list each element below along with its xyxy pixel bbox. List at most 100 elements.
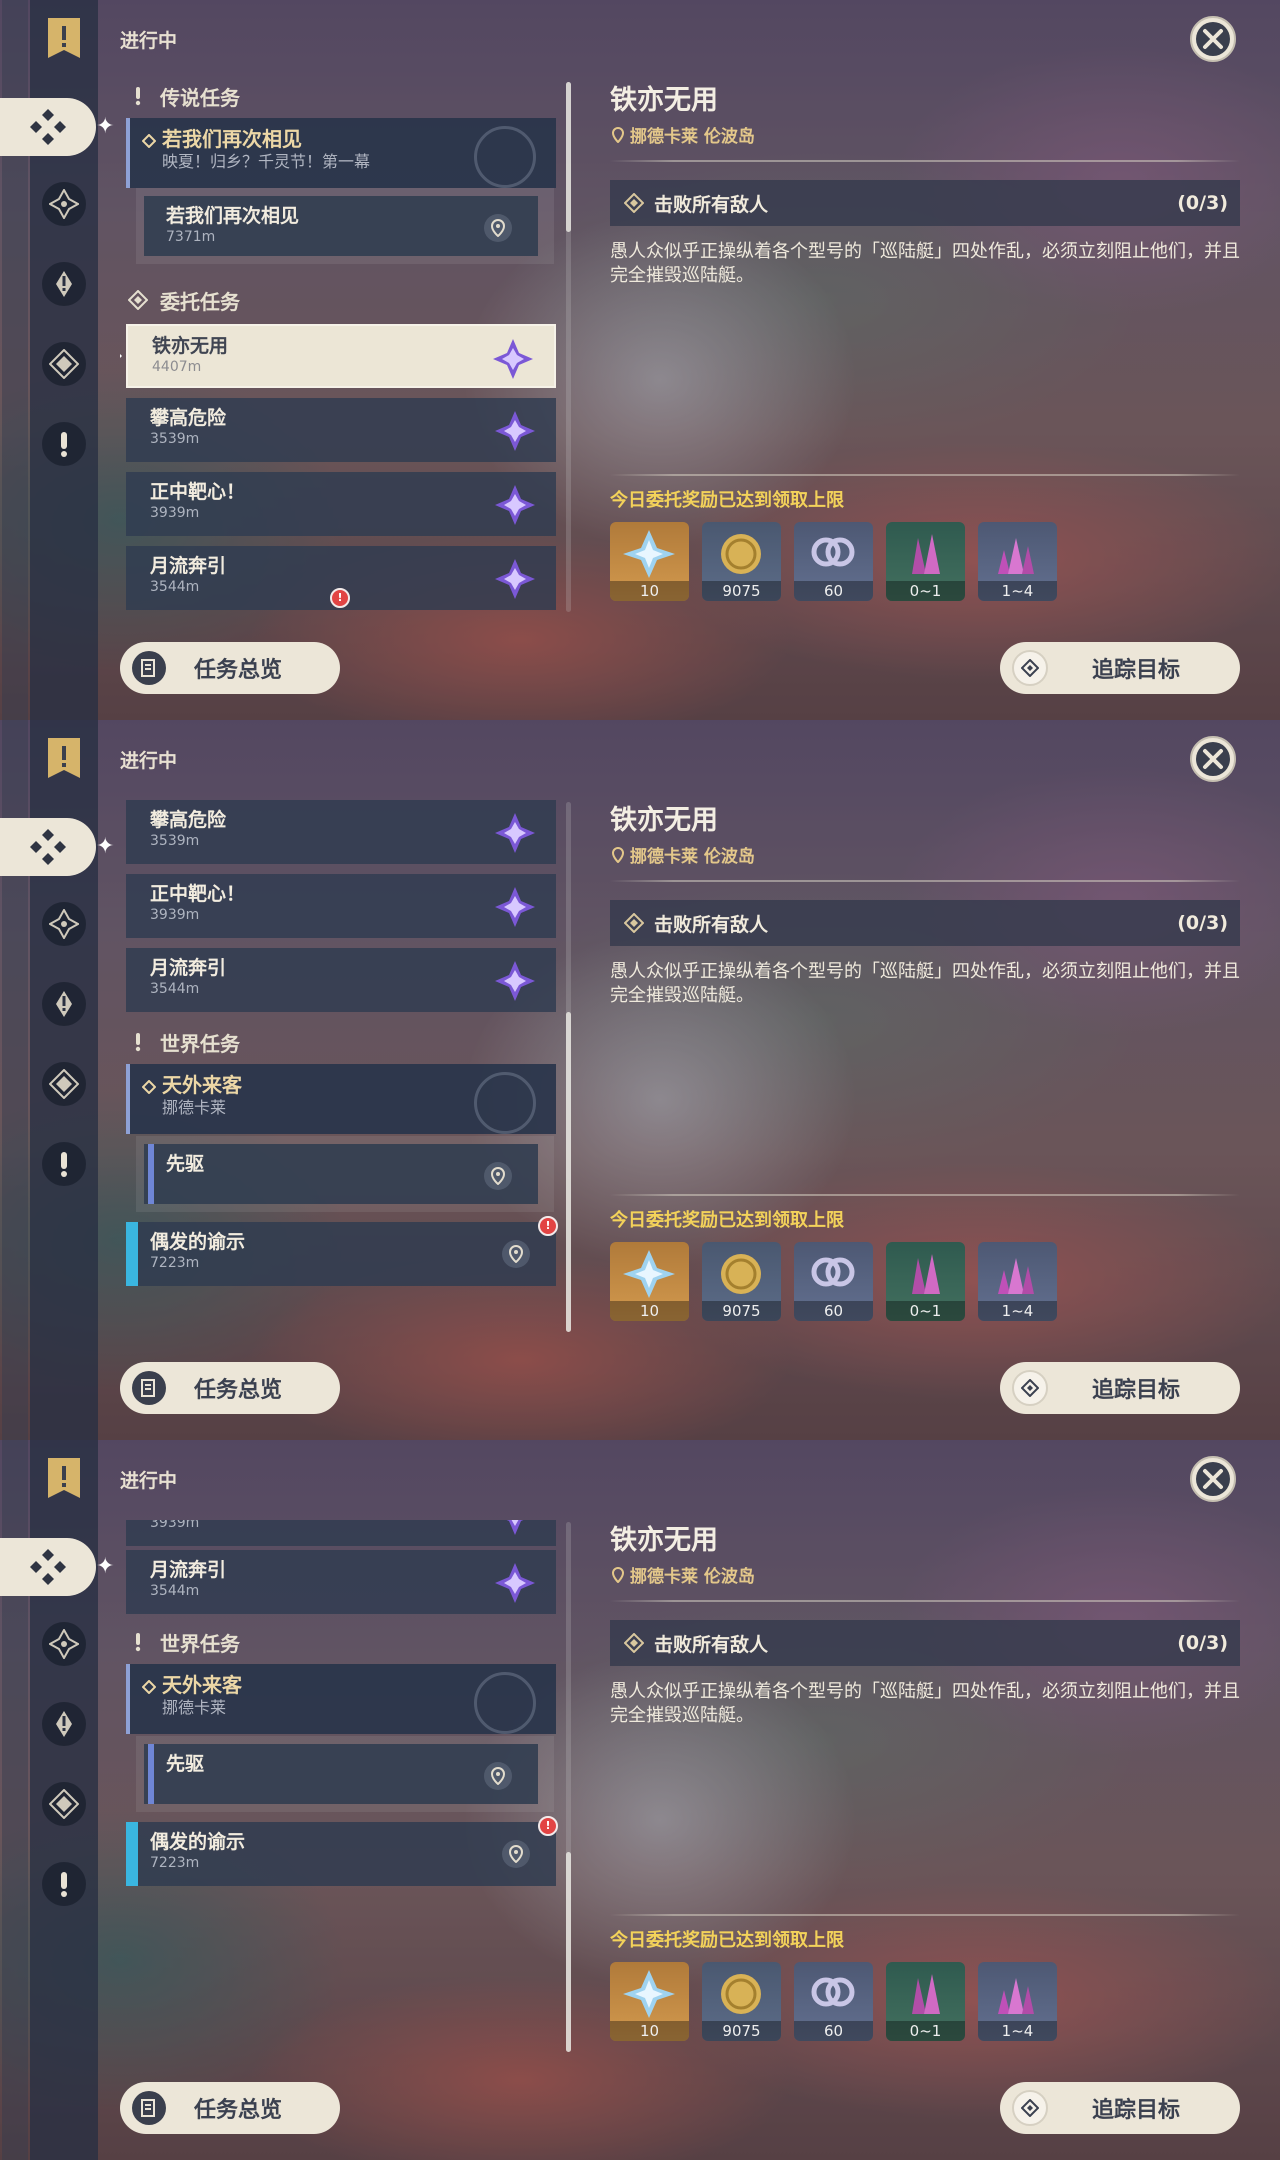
- commission-star-icon: [493, 339, 533, 379]
- reward-crystal-cluster[interactable]: 1~4: [978, 1242, 1057, 1321]
- quest-list[interactable]: 传说任务 若我们再次相见 映夏！归乡？千灵节！第一幕 若我们再次相见 7371m…: [120, 80, 562, 615]
- world-quest-tab[interactable]: [42, 1142, 86, 1186]
- reward-crystal-chunk[interactable]: 0~1: [886, 522, 965, 601]
- sparkle-icon: ✦: [96, 834, 115, 859]
- quest-overview-icon: [141, 2099, 155, 2117]
- section-legend-quests: 传说任务: [126, 80, 240, 112]
- track-target-button[interactable]: 追踪目标: [1000, 1362, 1240, 1414]
- quest-detail-panel: 铁亦无用 挪德卡莱 伦波岛 击败所有敌人 (0/3) 愚人众似乎正操纵着各个型号…: [610, 1440, 1240, 2160]
- reward-list: 10 9075 60 0~1 1~4: [610, 522, 1057, 601]
- world-step-card[interactable]: 先驱: [144, 1144, 538, 1204]
- crystal-cluster-icon: [998, 1978, 1034, 2014]
- world-quest-icon: [61, 1872, 67, 1897]
- step-title: 若我们再次相见: [166, 205, 300, 227]
- quest-list[interactable]: 正中靶心！ 3939m 月流奔引 3544m 世界任务 天外来客 挪德卡莱 先驱: [120, 1520, 562, 2055]
- reward-adventure-exp[interactable]: 60: [794, 522, 873, 601]
- world-quest-tab[interactable]: [42, 1862, 86, 1906]
- reward-primogem[interactable]: 10: [610, 1242, 689, 1321]
- story-quest-icon: [56, 1711, 72, 1737]
- commission-tab[interactable]: [42, 342, 86, 386]
- commission-tab[interactable]: [42, 1062, 86, 1106]
- commission-card[interactable]: 月流奔引 3544m: [126, 948, 556, 1012]
- location-pin-icon[interactable]: [502, 1840, 530, 1868]
- quest-overview-button[interactable]: 任务总览: [120, 2082, 340, 2134]
- quest-overview-button[interactable]: 任务总览: [120, 642, 340, 694]
- location-pin-icon[interactable]: [484, 1762, 512, 1790]
- world-quest-card[interactable]: 天外来客 挪德卡莱: [126, 1664, 556, 1734]
- track-target-button[interactable]: 追踪目标: [1000, 2082, 1240, 2134]
- screen-3: ✦ 进行中 正中靶心！ 3939m 月流奔引 3544m 世界任务 天外来客 挪…: [0, 1440, 1280, 2160]
- reward-mora[interactable]: 9075: [702, 1962, 781, 2041]
- mora-icon: [721, 534, 761, 574]
- reward-crystal-chunk[interactable]: 0~1: [886, 1962, 965, 2041]
- archon-quest-tab[interactable]: [42, 182, 86, 226]
- reward-crystal-cluster[interactable]: 1~4: [978, 1962, 1057, 2041]
- quest-emblem-icon: [474, 1672, 536, 1734]
- location-pin-icon[interactable]: [484, 1162, 512, 1190]
- quest-list-scrollbar[interactable]: [566, 82, 571, 612]
- detail-location: 挪德卡莱 伦波岛: [612, 122, 755, 147]
- story-quest-tab[interactable]: [42, 262, 86, 306]
- quest-overview-button[interactable]: 任务总览: [120, 1362, 340, 1414]
- commission-card[interactable]: 正中靶心！ 3939m: [126, 874, 556, 938]
- objective-text: 击败所有敌人: [654, 913, 769, 936]
- all-quests-icon: [30, 109, 66, 145]
- archon-quest-tab[interactable]: [42, 1622, 86, 1666]
- reward-adventure-exp[interactable]: 60: [794, 1242, 873, 1321]
- quest-book-icon: [44, 736, 84, 782]
- all-quests-tab[interactable]: [0, 1538, 96, 1596]
- section-title: 传说任务: [160, 85, 240, 110]
- reward-adventure-exp[interactable]: 60: [794, 1962, 873, 2041]
- legend-quest-card[interactable]: 若我们再次相见 映夏！归乡？千灵节！第一幕: [126, 118, 556, 188]
- world-step-card[interactable]: 先驱: [144, 1744, 538, 1804]
- alert-badge-icon: !: [538, 1816, 558, 1836]
- divider: [610, 1194, 1240, 1196]
- world-quest-tab[interactable]: [42, 422, 86, 466]
- all-quests-icon: [30, 1549, 66, 1585]
- objective-diamond-icon: [624, 913, 644, 933]
- track-target-button[interactable]: 追踪目标: [1000, 642, 1240, 694]
- section-commissions: 委托任务: [126, 284, 240, 316]
- event-quest-card[interactable]: 偶发的谕示 7223m: [126, 1822, 556, 1886]
- location-pin-icon[interactable]: [502, 1240, 530, 1268]
- story-quest-tab[interactable]: [42, 1702, 86, 1746]
- reward-limit-notice: 今日委托奖励已达到领取上限: [610, 490, 844, 511]
- legend-step-card[interactable]: 若我们再次相见 7371m: [144, 196, 538, 256]
- quest-book-icon: [44, 16, 84, 62]
- reward-primogem[interactable]: 10: [610, 1962, 689, 2041]
- story-quest-icon: [56, 991, 72, 1017]
- quest-list-scrollbar[interactable]: [566, 802, 571, 1332]
- quest-description: 愚人众似乎正操纵着各个型号的「巡陆艇」四处作乱，必须立刻阻止他们，并且完全摧毁巡…: [610, 961, 1240, 1006]
- commission-card[interactable]: 攀高危险 3539m: [126, 398, 556, 462]
- all-quests-tab[interactable]: [0, 818, 96, 876]
- world-quest-card[interactable]: 天外来客 挪德卡莱: [126, 1064, 556, 1134]
- location-pin-icon[interactable]: [484, 214, 512, 242]
- reward-crystal-chunk[interactable]: 0~1: [886, 1242, 965, 1321]
- world-step-wrapper: 先驱: [136, 1736, 554, 1812]
- sparkle-icon: ✦: [96, 1554, 115, 1579]
- commission-card-selected[interactable]: 铁亦无用 4407m: [120, 324, 556, 388]
- reward-mora[interactable]: 9075: [702, 522, 781, 601]
- commission-star-icon: [495, 961, 535, 1001]
- commission-card[interactable]: 正中靶心！ 3939m: [126, 472, 556, 536]
- sparkle-icon: ✦: [96, 114, 115, 139]
- all-quests-tab[interactable]: [0, 98, 96, 156]
- quest-description: 愚人众似乎正操纵着各个型号的「巡陆艇」四处作乱，必须立刻阻止他们，并且完全摧毁巡…: [610, 1681, 1240, 1726]
- commission-card[interactable]: 月流奔引 3544m: [126, 1550, 556, 1614]
- alert-badge-icon: !: [538, 1216, 558, 1236]
- archon-quest-tab[interactable]: [42, 902, 86, 946]
- commission-card[interactable]: 正中靶心！ 3939m: [126, 1520, 556, 1546]
- screen-1: ✦ 进行中 传说任务 若我们再次相见 映夏！归乡？千灵节！第一幕 若我们再次相见…: [0, 0, 1280, 720]
- legend-quest-icon: [135, 87, 141, 106]
- in-progress-heading: 进行中: [120, 30, 178, 52]
- commission-card[interactable]: 攀高危险 3539m: [126, 800, 556, 864]
- primogem-icon: [623, 530, 675, 578]
- quest-list-scrollbar[interactable]: [566, 1522, 571, 2052]
- event-quest-card[interactable]: 偶发的谕示 7223m: [126, 1222, 556, 1286]
- story-quest-tab[interactable]: [42, 982, 86, 1026]
- quest-list[interactable]: 攀高危险 3539m 正中靶心！ 3939m 月流奔引 3544m 世界任务 天…: [120, 800, 562, 1335]
- commission-tab[interactable]: [42, 1782, 86, 1826]
- reward-primogem[interactable]: 10: [610, 522, 689, 601]
- reward-crystal-cluster[interactable]: 1~4: [978, 522, 1057, 601]
- reward-mora[interactable]: 9075: [702, 1242, 781, 1321]
